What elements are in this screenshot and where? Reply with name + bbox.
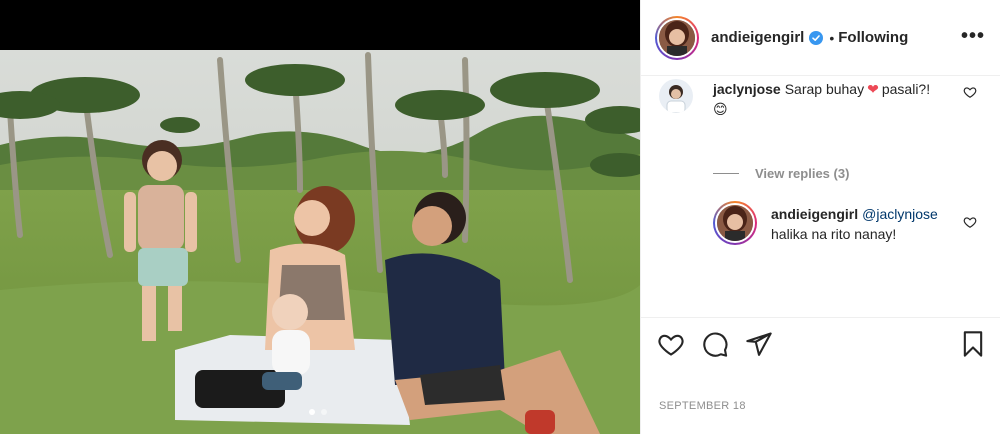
reply-body: andieigengirl @jaclynjose halika na rito …: [771, 204, 961, 245]
heart-emoji: ❤: [867, 81, 879, 97]
comment-text: Sarap buhay: [784, 81, 865, 97]
post-photo[interactable]: [0, 50, 640, 434]
verified-badge-icon: [809, 30, 824, 45]
commenter-avatar[interactable]: [659, 79, 693, 113]
reply-avatar[interactable]: [713, 201, 757, 245]
comment-username[interactable]: jaclynjose: [713, 81, 781, 97]
bookmark-icon[interactable]: [959, 330, 987, 358]
share-icon[interactable]: [745, 330, 773, 358]
family-photo-image: [0, 50, 640, 434]
post-actions-bar: [641, 317, 1000, 373]
more-options-icon[interactable]: •••: [961, 26, 985, 46]
post-header: andieigengirl • Following •••: [641, 0, 1000, 76]
reply-username[interactable]: andieigengirl: [771, 206, 858, 222]
comment-body: jaclynjose Sarap buhay ❤ pasali?! 😊: [713, 79, 953, 119]
author-avatar[interactable]: [655, 15, 699, 60]
comment-icon[interactable]: [701, 330, 729, 358]
view-replies-label: View replies (3): [755, 166, 850, 181]
smile-emoji: 😊: [713, 101, 728, 117]
reply-like-heart-icon[interactable]: [963, 215, 977, 229]
reply-item: andieigengirl @jaclynjose halika na rito …: [713, 201, 961, 245]
heart-icon[interactable]: [657, 330, 685, 358]
post-date: SEPTEMBER 18: [659, 400, 746, 412]
reply-mention[interactable]: @jaclynjose: [862, 206, 938, 222]
reply-text: halika na rito nanay!: [771, 226, 897, 242]
comment-like-heart-icon[interactable]: [963, 85, 977, 99]
comment-text-after: pasali?!: [881, 81, 931, 97]
view-replies-button[interactable]: View replies (3): [713, 166, 849, 181]
post-media[interactable]: [0, 0, 640, 434]
comment-item: jaclynjose Sarap buhay ❤ pasali?! 😊: [659, 79, 953, 119]
post-side-panel: andieigengirl • Following ••• jaclynjose…: [640, 0, 1000, 434]
comments-list: jaclynjose Sarap buhay ❤ pasali?! 😊 View re…: [641, 77, 1000, 317]
author-username[interactable]: andieigengirl: [711, 29, 804, 46]
following-button[interactable]: Following: [838, 29, 908, 46]
header-separator: •: [829, 29, 835, 46]
replies-divider: [713, 173, 739, 174]
